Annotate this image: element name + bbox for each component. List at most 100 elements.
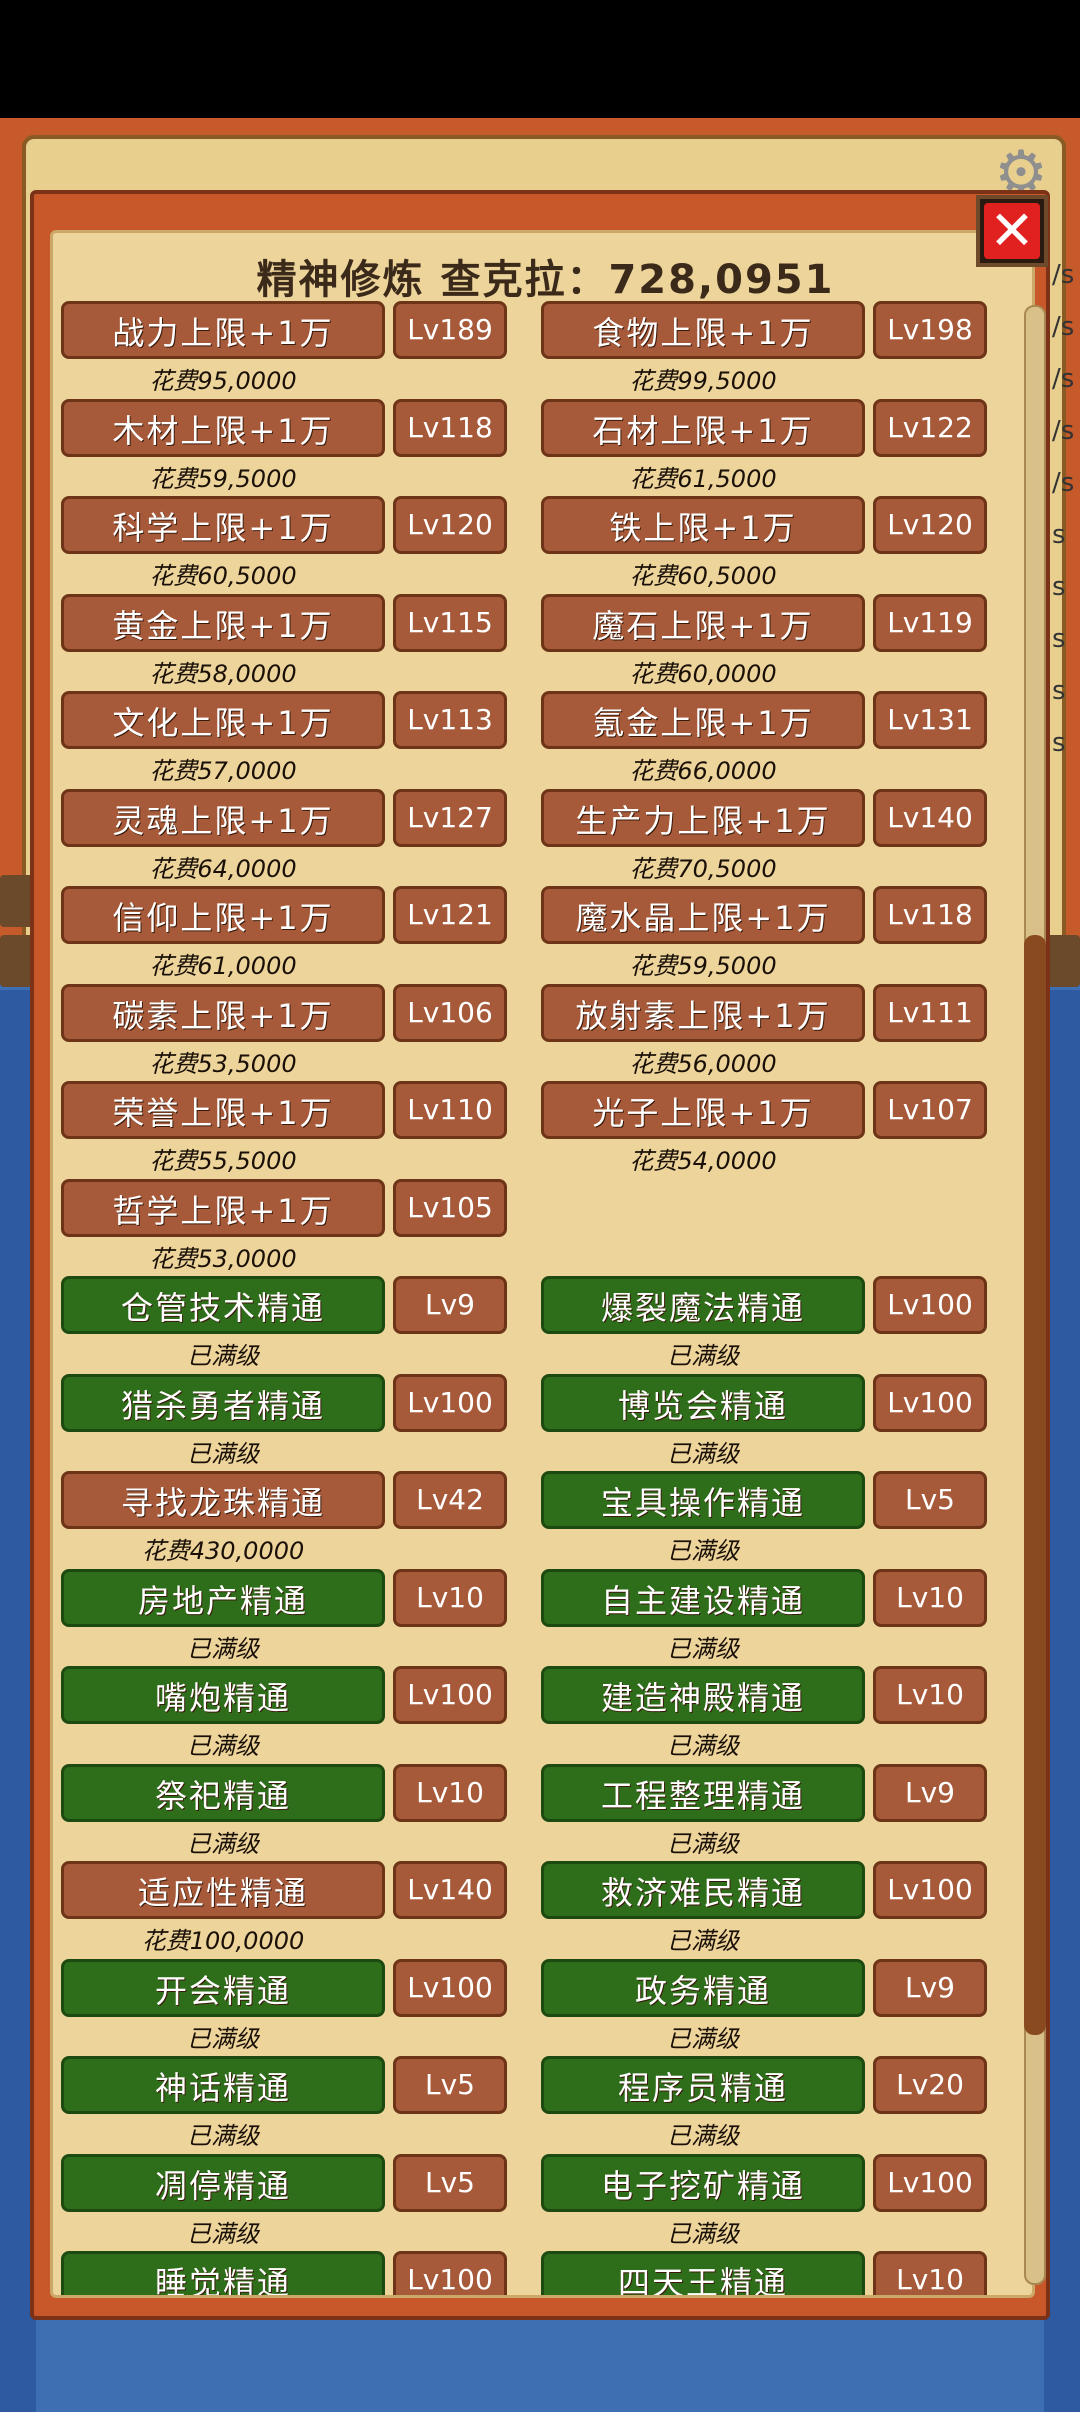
level-badge: Lv10: [393, 1568, 507, 1627]
upgrade-button[interactable]: 睡觉精通: [61, 2251, 385, 2295]
level-badge: Lv100: [393, 2251, 507, 2295]
cost-label: 已满级: [667, 1537, 739, 1565]
level-badge: Lv10: [393, 1763, 507, 1822]
cost-label: 已满级: [667, 2122, 739, 2150]
cost-label: 已满级: [187, 1829, 259, 1858]
upgrade-button[interactable]: 寻找龙珠精通: [61, 1471, 385, 1529]
upgrade-item: 开会精通 Lv100 已满级: [61, 1958, 527, 2053]
upgrade-item: 电子挖矿精通 Lv100 已满级: [541, 2153, 1007, 2248]
upgrade-button[interactable]: 氪金上限+1万: [541, 691, 865, 749]
level-badge: Lv5: [393, 2056, 507, 2114]
close-icon: ✕: [984, 203, 1040, 259]
upgrade-button[interactable]: 石材上限+1万: [541, 398, 865, 457]
upgrade-item: 生产力上限+1万 Lv140 花费70,5000: [541, 788, 1007, 883]
upgrade-button[interactable]: 食物上限+1万: [541, 301, 865, 359]
background-fragment: s: [1052, 520, 1066, 550]
upgrade-button[interactable]: 建造神殿精通: [541, 1666, 865, 1724]
upgrade-button[interactable]: 救济难民精通: [541, 1861, 865, 1919]
cost-label: 花费56,0000: [629, 1049, 777, 1078]
upgrade-button[interactable]: 适应性精通: [61, 1861, 385, 1919]
cost-label: 已满级: [667, 2219, 739, 2248]
upgrade-button[interactable]: 荣誉上限+1万: [61, 1081, 385, 1139]
cost-label: 已满级: [667, 2024, 739, 2053]
upgrade-button[interactable]: 嘴炮精通: [61, 1666, 385, 1724]
upgrade-button[interactable]: 宝具操作精通: [541, 1471, 865, 1529]
side-tab-right: [1046, 935, 1080, 987]
level-badge: Lv121: [393, 886, 507, 944]
cost-label: 花费55,5000: [149, 1147, 297, 1175]
upgrade-button[interactable]: 工程整理精通: [541, 1763, 865, 1822]
upgrade-button[interactable]: 放射素上限+1万: [541, 983, 865, 1042]
upgrade-button[interactable]: 程序员精通: [541, 2056, 865, 2114]
upgrade-button[interactable]: 猎杀勇者精通: [61, 1373, 385, 1432]
cost-label: 花费61,5000: [629, 464, 777, 493]
level-badge: Lv20: [873, 2056, 987, 2114]
upgrade-button[interactable]: 黄金上限+1万: [61, 593, 385, 652]
level-badge: Lv5: [873, 1471, 987, 1529]
upgrade-button[interactable]: 科学上限+1万: [61, 496, 385, 554]
upgrade-button[interactable]: 政务精通: [541, 1958, 865, 2017]
upgrade-item: 祭祀精通 Lv10 已满级: [61, 1763, 527, 1858]
upgrade-button[interactable]: 生产力上限+1万: [541, 788, 865, 847]
upgrade-item: 寻找龙珠精通 Lv42 花费430,0000: [61, 1471, 527, 1565]
level-badge: Lv119: [873, 593, 987, 652]
upgrade-item: 文化上限+1万 Lv113 花费57,0000: [61, 691, 527, 785]
upgrade-button[interactable]: 祭祀精通: [61, 1763, 385, 1822]
level-badge: Lv5: [393, 2153, 507, 2212]
side-tab-left: [0, 875, 34, 927]
upgrade-button[interactable]: 凋停精通: [61, 2153, 385, 2212]
upgrade-button[interactable]: 信仰上限+1万: [61, 886, 385, 944]
level-badge: Lv9: [873, 1958, 987, 2017]
upgrade-button[interactable]: 灵魂上限+1万: [61, 788, 385, 847]
panel-title: 精神修炼 查克拉：728,0951: [256, 257, 835, 303]
upgrade-button[interactable]: 魔水晶上限+1万: [541, 886, 865, 944]
upgrade-button[interactable]: 光子上限+1万: [541, 1081, 865, 1139]
upgrade-item: 战力上限+1万 Lv189 花费95,0000: [61, 301, 527, 395]
cost-label: 花费60,5000: [629, 562, 777, 590]
upgrade-button[interactable]: 碳素上限+1万: [61, 983, 385, 1042]
upgrade-item: 救济难民精通 Lv100 已满级: [541, 1861, 1007, 1955]
background-fragment: /s: [1052, 416, 1075, 446]
level-badge: Lv100: [393, 1666, 507, 1724]
side-tab-left: [0, 935, 34, 987]
upgrade-item: 食物上限+1万 Lv198 花费99,5000: [541, 301, 1007, 395]
cost-label: 已满级: [187, 1342, 259, 1370]
cost-label: 花费60,5000: [149, 562, 297, 590]
upgrade-button[interactable]: 神话精通: [61, 2056, 385, 2114]
upgrade-button[interactable]: 电子挖矿精通: [541, 2153, 865, 2212]
scrollbar-thumb[interactable]: [1024, 935, 1046, 2035]
upgrade-button[interactable]: 铁上限+1万: [541, 496, 865, 554]
upgrade-button[interactable]: 哲学上限+1万: [61, 1178, 385, 1237]
cost-label: 已满级: [187, 1634, 259, 1663]
level-badge: Lv42: [393, 1471, 507, 1529]
level-badge: Lv10: [873, 2251, 987, 2295]
upgrade-button[interactable]: 四天王精通: [541, 2251, 865, 2295]
upgrade-button[interactable]: 战力上限+1万: [61, 301, 385, 359]
cost-label: 已满级: [187, 2219, 259, 2248]
upgrade-button[interactable]: 魔石上限+1万: [541, 593, 865, 652]
level-badge: Lv105: [393, 1178, 507, 1237]
upgrade-item: 碳素上限+1万 Lv106 花费53,5000: [61, 983, 527, 1078]
upgrade-item: 嘴炮精通 Lv100 已满级: [61, 1666, 527, 1760]
training-list: 精神修炼 查克拉：728,0951 战力上限+1万 Lv189 花费95,0000 食…: [50, 230, 1035, 2298]
level-badge: Lv189: [393, 301, 507, 359]
upgrade-button[interactable]: 自主建设精通: [541, 1568, 865, 1627]
close-button[interactable]: ✕: [976, 195, 1048, 267]
upgrade-button[interactable]: 仓管技术精通: [61, 1276, 385, 1334]
cost-label: 已满级: [187, 2024, 259, 2053]
background-fragment: /s: [1052, 260, 1075, 290]
level-badge: Lv9: [393, 1276, 507, 1334]
upgrade-item: 凋停精通 Lv5 已满级: [61, 2153, 527, 2248]
cost-label: 花费95,0000: [149, 367, 297, 395]
upgrade-button[interactable]: 开会精通: [61, 1958, 385, 2017]
background-fragment: /s: [1052, 364, 1075, 394]
upgrade-item: 四天王精通 Lv10: [541, 2251, 1007, 2295]
upgrade-button[interactable]: 木材上限+1万: [61, 398, 385, 457]
level-badge: Lv10: [873, 1568, 987, 1627]
upgrade-button[interactable]: 博览会精通: [541, 1373, 865, 1432]
upgrade-button[interactable]: 爆裂魔法精通: [541, 1276, 865, 1334]
cost-label: 已满级: [667, 1342, 739, 1370]
upgrade-button[interactable]: 文化上限+1万: [61, 691, 385, 749]
upgrade-item: 哲学上限+1万 Lv105 花费53,0000: [61, 1178, 527, 1273]
upgrade-button[interactable]: 房地产精通: [61, 1568, 385, 1627]
